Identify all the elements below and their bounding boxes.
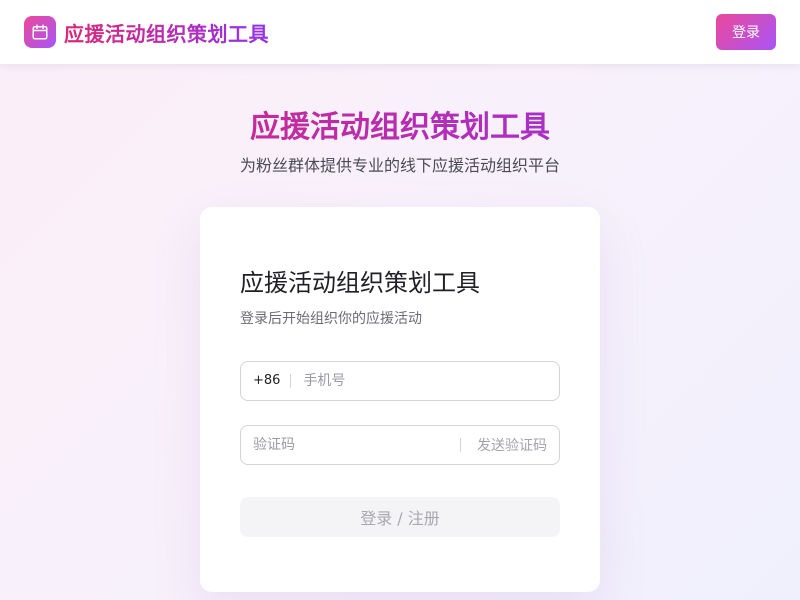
login-card-subtitle: 登录后开始组织你的应援活动 <box>240 311 422 327</box>
hero-section: 应援活动组织策划工具 为粉丝群体提供专业的线下应援活动组织平台 <box>0 104 800 178</box>
login-register-button[interactable]: 登录 / 注册 <box>240 497 560 537</box>
calendar-icon <box>24 16 56 48</box>
brand: 应援活动组织策划工具 <box>24 16 269 48</box>
hero-subtitle: 为粉丝群体提供专业的线下应援活动组织平台 <box>239 156 560 175</box>
app-title: 应援活动组织策划工具 <box>64 18 269 47</box>
header-login-button[interactable]: 登录 <box>716 14 776 50</box>
verification-code-field: 发送验证码 <box>240 425 560 465</box>
send-code-button[interactable]: 发送验证码 <box>477 435 547 455</box>
country-code-prefix[interactable]: +86 <box>253 374 292 388</box>
phone-input[interactable] <box>291 362 559 400</box>
divider <box>460 438 461 452</box>
phone-field: +86 <box>240 361 560 401</box>
verification-code-input[interactable] <box>253 426 460 464</box>
login-card-title: 应援活动组织策划工具 <box>240 269 480 297</box>
hero-title: 应援活动组织策划工具 <box>0 104 800 152</box>
top-navigation-bar: 应援活动组织策划工具 登录 <box>0 0 800 64</box>
login-card: 应援活动组织策划工具 登录后开始组织你的应援活动 +86 发送验证码 登录 / … <box>200 207 600 592</box>
